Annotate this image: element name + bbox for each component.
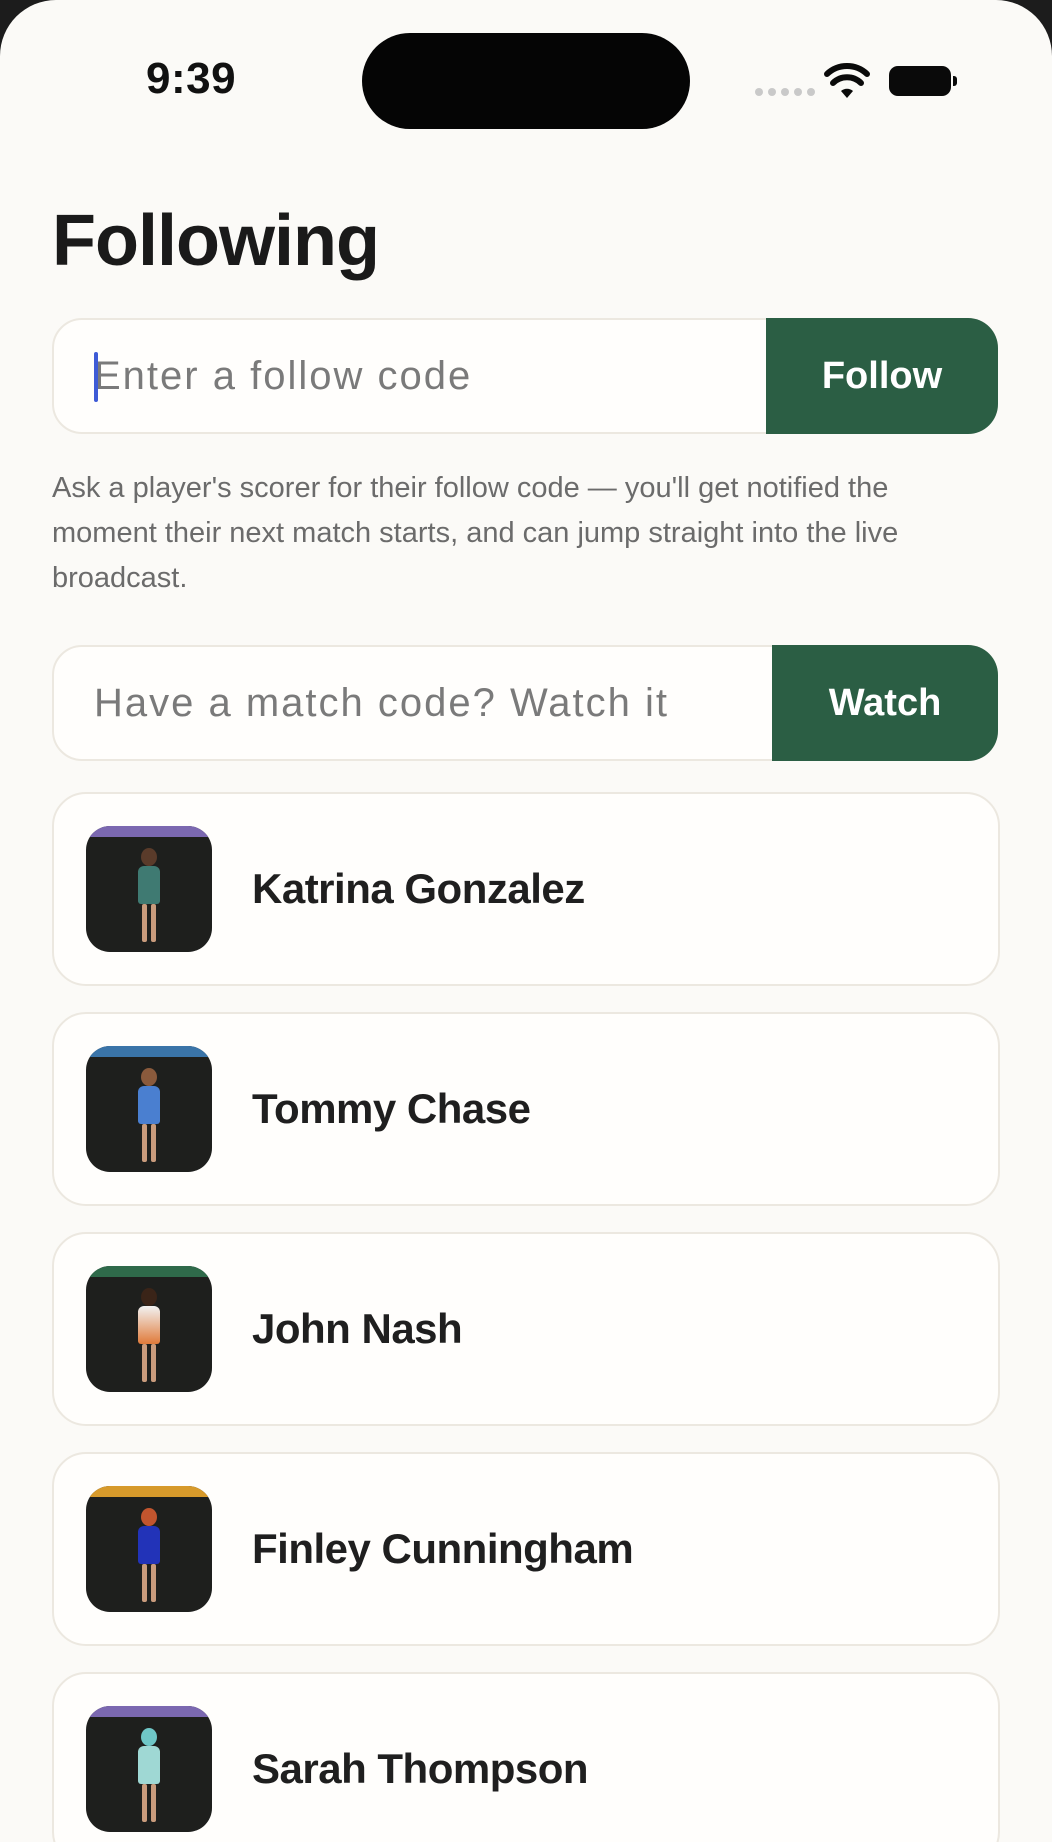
- watch-button[interactable]: Watch: [772, 645, 998, 761]
- avatar-figure-head: [141, 1508, 157, 1526]
- avatar-band: [86, 826, 212, 837]
- match-code-input[interactable]: [54, 647, 774, 759]
- player-name: Katrina Gonzalez: [252, 865, 585, 912]
- avatar-figure-legs: [141, 1784, 157, 1822]
- player-avatar: [86, 1046, 212, 1172]
- dynamic-island: [362, 33, 690, 129]
- page-title: Following: [52, 201, 380, 281]
- avatar-band: [86, 1046, 212, 1057]
- app-screen: 9:39 Following Follow Ask a player's sco…: [0, 0, 1052, 1842]
- avatar-figure-head: [141, 1288, 157, 1306]
- avatar-figure-head: [141, 1728, 157, 1746]
- avatar-figure-head: [141, 848, 157, 866]
- avatar-figure-body: [138, 866, 160, 904]
- match-code-row: Watch: [52, 645, 998, 761]
- follow-code-input[interactable]: [54, 320, 766, 432]
- avatar-figure-legs: [141, 1124, 157, 1162]
- follow-help-text: Ask a player's scorer for their follow c…: [52, 472, 899, 594]
- player-card[interactable]: Tommy Chase: [52, 1012, 1000, 1206]
- player-name: Sarah Thompson: [252, 1745, 589, 1792]
- text-caret: [94, 352, 98, 402]
- player-avatar: [86, 1266, 212, 1392]
- status-time: 9:39: [146, 54, 237, 103]
- avatar-figure-head: [141, 1068, 157, 1086]
- player-avatar: [86, 1486, 212, 1612]
- wifi-icon: [824, 63, 870, 98]
- avatar-figure-body: [138, 1746, 160, 1784]
- player-name: Finley Cunningham: [252, 1525, 634, 1572]
- avatar-band: [86, 1706, 212, 1717]
- player-card[interactable]: Finley Cunningham: [52, 1452, 1000, 1646]
- player-name: John Nash: [252, 1305, 463, 1352]
- avatar-figure-legs: [141, 904, 157, 942]
- avatar-figure-body: [138, 1306, 160, 1344]
- avatar-band: [86, 1266, 212, 1277]
- cellular-signal-icon: [755, 88, 815, 96]
- avatar-figure-body: [138, 1086, 160, 1124]
- avatar-figure-body: [138, 1526, 160, 1564]
- avatar-figure-legs: [141, 1344, 157, 1382]
- player-name: Tommy Chase: [252, 1085, 531, 1132]
- player-card[interactable]: Katrina Gonzalez: [52, 792, 1000, 986]
- battery-icon: [889, 66, 957, 96]
- player-card[interactable]: Sarah Thompson: [52, 1672, 1000, 1842]
- follow-button[interactable]: Follow: [766, 318, 998, 434]
- player-avatar: [86, 826, 212, 952]
- follow-code-row: Follow: [52, 318, 998, 434]
- avatar-figure-legs: [141, 1564, 157, 1602]
- player-card[interactable]: John Nash: [52, 1232, 1000, 1426]
- player-avatar: [86, 1706, 212, 1832]
- avatar-band: [86, 1486, 212, 1497]
